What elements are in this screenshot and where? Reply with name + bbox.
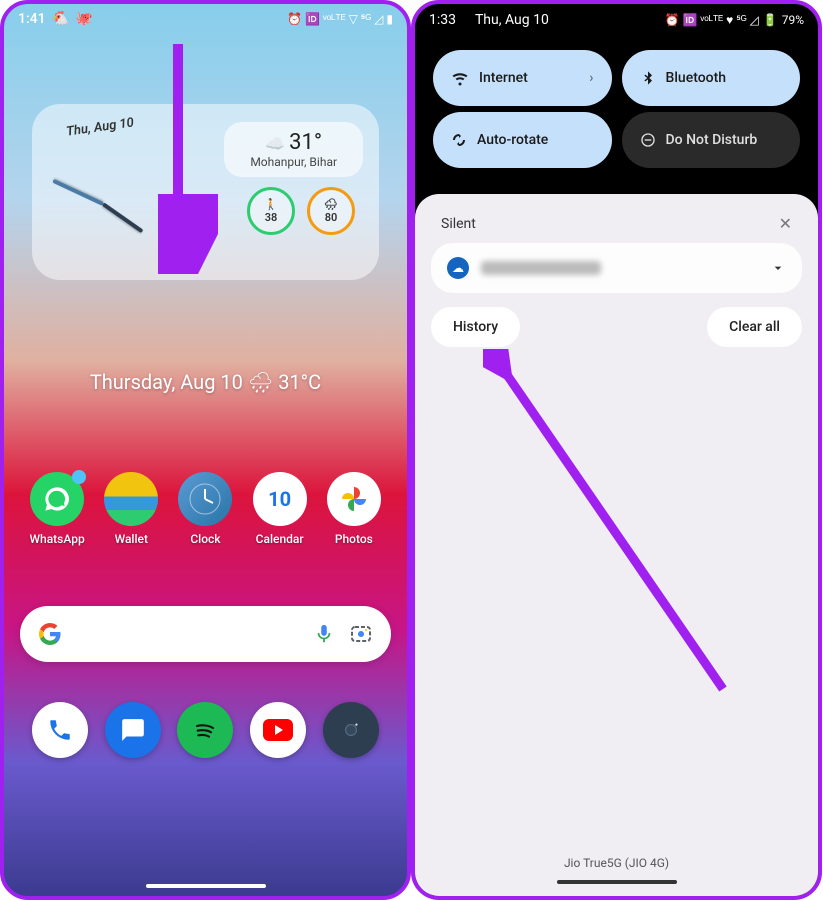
qs-label: Auto-rotate xyxy=(477,132,548,148)
status-icons: ⏰ 🆔 ᵛᵒᴸᵀᴱ ♥ ⁵ᴳ ◿ xyxy=(665,13,759,27)
home-clock-text: Thursday, Aug 10 🌧 31°C xyxy=(4,370,407,394)
steps-counter[interactable]: 🚶 38 xyxy=(247,187,295,235)
google-search-bar[interactable] xyxy=(20,606,391,662)
app-row: WhatsApp Wallet Clock 10 Calendar Photos xyxy=(4,472,407,546)
mic-icon[interactable] xyxy=(313,623,335,645)
calendar-day: 10 xyxy=(268,487,291,511)
chevron-down-icon[interactable] xyxy=(770,260,786,276)
cloud-icon: ☁️ xyxy=(265,134,285,153)
dnd-icon xyxy=(640,132,656,148)
notification-card[interactable]: ☁ xyxy=(431,243,802,293)
walk-icon: 🚶 xyxy=(264,198,278,211)
nav-handle[interactable] xyxy=(146,884,266,888)
app-label: Wallet xyxy=(115,532,148,546)
status-date: Thu, Aug 10 xyxy=(475,12,549,28)
app-whatsapp[interactable]: WhatsApp xyxy=(22,472,92,546)
app-wallet[interactable]: Wallet xyxy=(96,472,166,546)
dock-spotify[interactable] xyxy=(177,702,233,758)
status-icons: ⏰ 🆔 ᵛᵒᴸᵀᴱ ▽ ⁵ᴳ ◿ ▮ xyxy=(287,12,393,26)
battery-icon: 🔋 xyxy=(763,13,778,27)
widget-date: Thu, Aug 10 xyxy=(65,115,135,139)
app-label: Photos xyxy=(335,532,373,546)
status-time: 1:33 xyxy=(429,12,456,28)
dock-messages[interactable] xyxy=(105,702,161,758)
weather-value: 80 xyxy=(325,211,338,224)
carrier-label: Jio True5G (JIO 4G) xyxy=(431,856,802,876)
photos-icon xyxy=(327,472,381,526)
dock-camera[interactable] xyxy=(323,702,379,758)
nav-handle[interactable] xyxy=(557,880,677,884)
rotate-icon xyxy=(451,132,467,148)
qs-dnd[interactable]: Do Not Disturb xyxy=(622,112,801,168)
qs-internet[interactable]: Internet › xyxy=(433,50,612,106)
rain-icon: 🌧 xyxy=(324,198,338,211)
clear-all-button[interactable]: Clear all xyxy=(707,307,802,347)
dock xyxy=(4,702,407,758)
calendar-icon: 10 xyxy=(253,472,307,526)
dock-youtube[interactable] xyxy=(250,702,306,758)
qs-label: Bluetooth xyxy=(666,70,727,86)
section-heading: Silent xyxy=(441,216,476,232)
analog-clock xyxy=(43,142,163,262)
steps-value: 38 xyxy=(265,211,278,224)
notification-text-blurred xyxy=(481,261,601,275)
notification-shade: 1:33 Thu, Aug 10 ⏰ 🆔 ᵛᵒᴸᵀᴱ ♥ ⁵ᴳ ◿ 🔋 79% I… xyxy=(411,0,822,900)
status-bar: 1:33 Thu, Aug 10 ⏰ 🆔 ᵛᵒᴸᵀᴱ ♥ ⁵ᴳ ◿ 🔋 79% xyxy=(415,4,818,36)
status-bar: 1:41 🐔 🐙 ⏰ 🆔 ᵛᵒᴸᵀᴱ ▽ ⁵ᴳ ◿ ▮ xyxy=(4,4,407,34)
weather-clock-widget[interactable]: Thu, Aug 10 ☁️ 31° Mohanpur, Bihar 🚶 38 … xyxy=(32,104,379,280)
temperature: 31° xyxy=(289,130,322,155)
weather-stat[interactable]: 🌧 80 xyxy=(307,187,355,235)
dock-phone[interactable] xyxy=(32,702,88,758)
status-time: 1:41 xyxy=(18,11,46,27)
bluetooth-icon xyxy=(640,70,656,86)
history-button[interactable]: History xyxy=(431,307,520,347)
wallet-icon xyxy=(104,472,158,526)
app-photos[interactable]: Photos xyxy=(319,472,389,546)
app-label: Clock xyxy=(190,532,220,546)
qs-label: Internet xyxy=(479,70,528,86)
annotation-arrow-diagonal xyxy=(483,349,743,709)
qs-autorotate[interactable]: Auto-rotate xyxy=(433,112,612,168)
qs-bluetooth[interactable]: Bluetooth xyxy=(622,50,801,106)
app-calendar[interactable]: 10 Calendar xyxy=(245,472,315,546)
whatsapp-icon xyxy=(30,472,84,526)
wifi-icon xyxy=(451,69,469,87)
close-icon[interactable]: ✕ xyxy=(779,214,792,233)
app-label: Calendar xyxy=(256,532,304,546)
qs-label: Do Not Disturb xyxy=(666,132,758,148)
lens-icon[interactable] xyxy=(349,622,373,646)
notif-icon: 🐔 xyxy=(52,11,69,27)
notification-panel: Silent ✕ ☁ History Clear all Jio True5G … xyxy=(415,194,818,896)
location: Mohanpur, Bihar xyxy=(234,155,353,169)
clock-icon xyxy=(178,472,232,526)
cloud-app-icon: ☁ xyxy=(447,257,469,279)
google-logo-icon xyxy=(38,622,62,646)
notif-icon: 🐙 xyxy=(75,11,92,27)
app-label: WhatsApp xyxy=(29,532,84,546)
battery-pct: 79% xyxy=(782,13,804,27)
chevron-right-icon: › xyxy=(589,70,593,86)
app-clock[interactable]: Clock xyxy=(170,472,240,546)
weather-info[interactable]: ☁️ 31° Mohanpur, Bihar xyxy=(224,122,363,177)
home-screen: 1:41 🐔 🐙 ⏰ 🆔 ᵛᵒᴸᵀᴱ ▽ ⁵ᴳ ◿ ▮ Thu, Aug 10 … xyxy=(0,0,411,900)
